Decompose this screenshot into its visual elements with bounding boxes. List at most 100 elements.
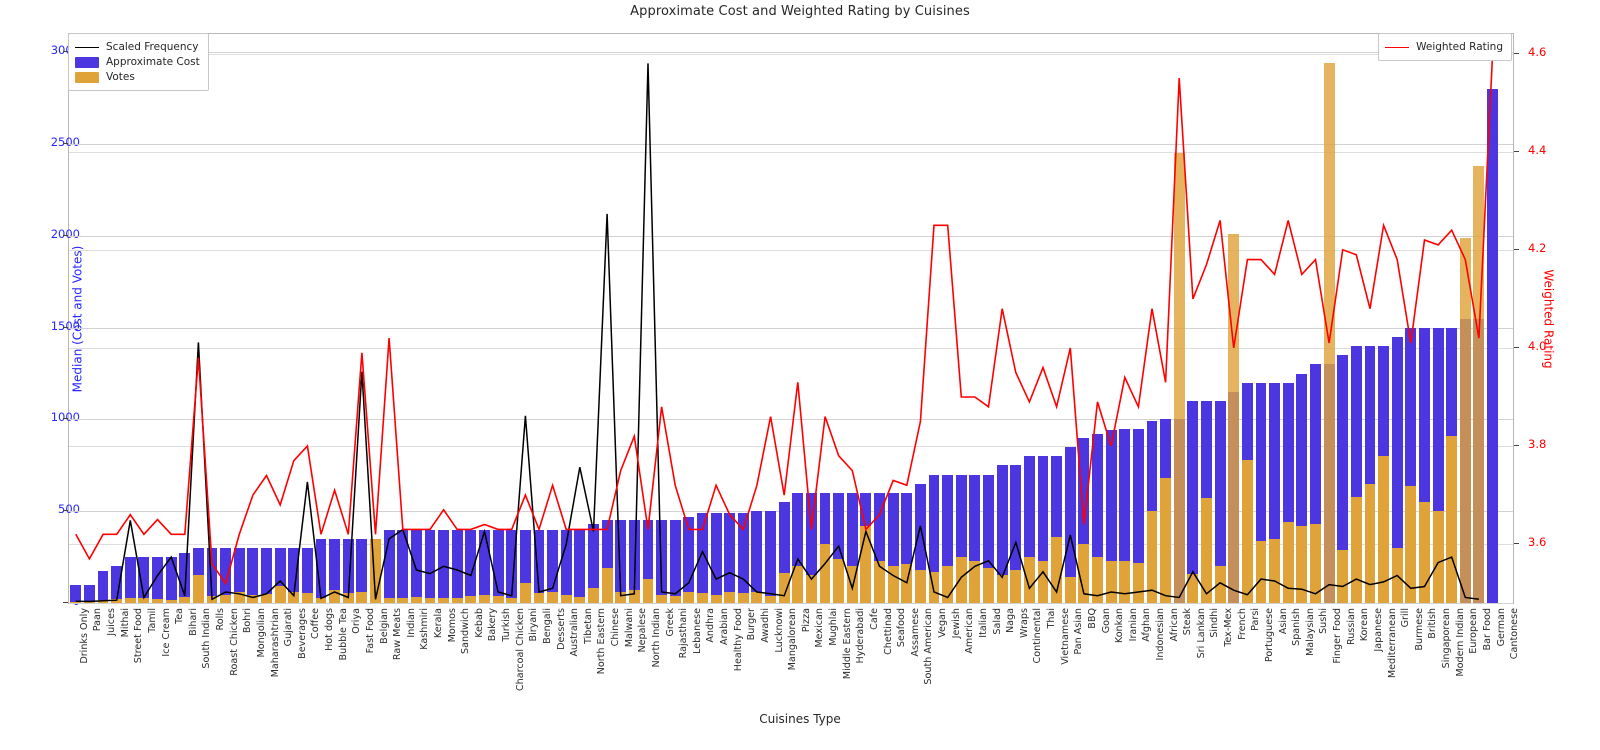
- x-tick-label: Roast Chicken: [228, 608, 240, 676]
- x-tick-label: Bihari: [187, 608, 199, 636]
- x-tick-label: Middle Eastern: [841, 608, 853, 680]
- x-tick-label: Tamil: [146, 608, 158, 633]
- y-tick-mark-left: [63, 418, 68, 420]
- x-tick-label: Andhra: [705, 608, 717, 643]
- x-tick-label: Awadhi: [759, 608, 771, 643]
- chart-title: Approximate Cost and Weighted Rating by …: [630, 4, 970, 19]
- x-tick-label: Momos: [446, 608, 458, 643]
- x-tick-label: Iranian: [1127, 608, 1139, 642]
- x-tick-label: Tibetan: [582, 608, 594, 644]
- x-tick-label: Kerala: [433, 608, 444, 639]
- x-tick-label: Bakery: [487, 608, 499, 642]
- x-tick-label: Hyderabadi: [855, 608, 867, 664]
- legend-label: Scaled Frequency: [106, 41, 199, 53]
- y-tick-mark-left: [63, 326, 68, 328]
- legend-label: Votes: [106, 71, 135, 83]
- x-tick-label: Vietnamese: [1059, 608, 1071, 665]
- x-tick-label: Lebanese: [691, 608, 703, 654]
- x-tick-label: European: [1468, 608, 1480, 654]
- x-tick-label: Mughlai: [828, 608, 840, 646]
- x-tick-label: Konkan: [1114, 608, 1126, 644]
- x-tick-label: Australian: [569, 608, 581, 657]
- x-tick-label: BBQ: [1086, 608, 1098, 629]
- x-tick-label: Italian: [977, 608, 989, 638]
- x-tick-label: Burger: [746, 608, 758, 641]
- y-tick-mark-left: [63, 602, 68, 603]
- x-tick-label: Bengali: [541, 608, 553, 644]
- x-axis-tick-labels: Drinks Only Paan Juices Mithai Street Food Ta…: [68, 606, 1520, 716]
- legend-left[interactable]: Scaled Frequency Approximate Cost Votes: [68, 33, 209, 91]
- y-tick-label-right: 4.0: [1528, 338, 1547, 353]
- x-tick-label: Maharashtrian: [269, 608, 281, 678]
- x-tick-label: Arabian: [719, 608, 731, 646]
- legend-label: Approximate Cost: [106, 56, 200, 68]
- x-tick-label: Russian: [1345, 608, 1357, 645]
- y-tick-mark-left: [63, 234, 68, 236]
- legend-label: Weighted Rating: [1416, 41, 1503, 53]
- x-tick-label: Healthy Food: [732, 608, 744, 672]
- x-tick-label: Continental: [1032, 608, 1044, 664]
- legend-line-swatch: [75, 46, 99, 48]
- legend-item[interactable]: Scaled Frequency: [75, 40, 200, 54]
- x-tick-label: Tex-Mex: [1223, 608, 1235, 647]
- x-tick-label: Sindhi: [1209, 608, 1221, 638]
- x-axis-title: Cuisines Type: [759, 712, 841, 726]
- x-tick-label: Belgian: [378, 608, 390, 644]
- legend-item[interactable]: Votes: [75, 70, 200, 84]
- weighted-rating-line: [76, 54, 1493, 584]
- x-tick-label: Korean: [1359, 608, 1371, 642]
- x-tick-label: Thai: [1046, 608, 1058, 629]
- x-tick-label: Seafood: [896, 608, 908, 648]
- y-tick-mark-right: [1514, 445, 1519, 447]
- x-tick-label: Pizza: [800, 608, 812, 633]
- y-tick-mark-right: [1514, 248, 1519, 250]
- x-tick-label: African: [1168, 608, 1180, 642]
- x-tick-label: Malwani: [623, 608, 635, 648]
- x-tick-label: Drinks Only: [78, 608, 90, 664]
- legend-right[interactable]: Weighted Rating: [1378, 33, 1512, 61]
- x-tick-label: Chettinad: [882, 608, 894, 655]
- y-tick-label-right: 3.6: [1528, 535, 1547, 550]
- x-tick-label: North Eastern: [596, 608, 608, 675]
- x-tick-label: Mexican: [814, 608, 826, 648]
- x-tick-label: North Indian: [650, 608, 662, 668]
- x-tick-label: Mangalorean: [787, 608, 799, 671]
- x-tick-label: Coffee: [310, 608, 322, 639]
- x-tick-label: Burmese: [1413, 608, 1425, 651]
- x-tick-label: Paan: [92, 608, 104, 632]
- x-tick-label: Salad: [991, 608, 1003, 635]
- x-tick-label: Jewish: [950, 608, 962, 639]
- x-tick-label: Vegan: [937, 608, 949, 638]
- x-tick-label: Malaysian: [1304, 608, 1316, 657]
- x-tick-label: Fast Food: [364, 608, 376, 654]
- legend-item[interactable]: Approximate Cost: [75, 55, 200, 69]
- y-tick-mark-right: [1514, 150, 1519, 152]
- x-tick-label: Assamese: [909, 608, 921, 657]
- x-tick-label: Finger Food: [1332, 608, 1344, 664]
- legend-item[interactable]: Weighted Rating: [1385, 40, 1503, 54]
- y-tick-mark-left: [63, 510, 68, 512]
- x-tick-label: Mithai: [119, 608, 131, 638]
- x-tick-label: Naga: [1005, 608, 1017, 634]
- y-tick-label-right: 4.4: [1528, 142, 1547, 157]
- x-tick-label: Sandwich: [460, 608, 472, 655]
- legend-color-swatch: [75, 56, 99, 68]
- x-tick-label: Gujarati: [283, 608, 295, 647]
- x-tick-label: Afghan: [1141, 608, 1153, 642]
- x-tick-label: Street Food: [133, 608, 145, 664]
- y-axis-right-title-wrap: Weighted Rating: [1541, 33, 1594, 604]
- x-tick-label: German: [1495, 608, 1507, 647]
- x-tick-label: Kashmiri: [419, 608, 431, 650]
- x-tick-label: Sushi: [1318, 608, 1330, 634]
- x-tick-label: Indian: [405, 608, 417, 638]
- x-tick-label: Rolls: [215, 608, 227, 631]
- x-tick-label: Hot dogs: [324, 608, 336, 651]
- x-tick-label: South American: [923, 608, 935, 685]
- x-tick-label: Ice Cream: [160, 608, 172, 657]
- line-layer: [69, 34, 1513, 603]
- x-tick-label: Grill: [1400, 608, 1412, 628]
- x-tick-label: Cafe: [868, 608, 880, 630]
- x-tick-label: Parsi: [1250, 608, 1262, 631]
- y-tick-mark-right: [1514, 543, 1519, 545]
- y-tick-mark-right: [1514, 346, 1519, 348]
